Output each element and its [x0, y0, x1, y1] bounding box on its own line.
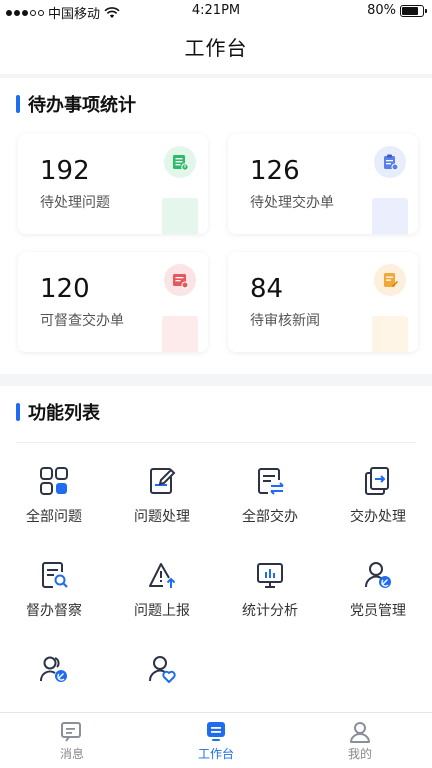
- checklist-icon: [164, 146, 196, 178]
- function-label: 全部问题: [26, 509, 82, 525]
- page-title: 工作台: [184, 36, 248, 60]
- function-section: 功能列表 全部问题 问题处理 全部交办 交办处理 督办督察 问题上报 统计分析 …: [0, 386, 432, 712]
- stat-card-inspectable-assignments[interactable]: 120 可督查交办单: [18, 252, 208, 352]
- profile-icon: [350, 722, 370, 743]
- stat-label: 可督查交办单: [40, 313, 124, 329]
- stat-card-pending-assignments[interactable]: 126 待处理交办单: [228, 134, 418, 234]
- function-section-header: 功能列表: [0, 386, 432, 438]
- inspect-doc-icon: [164, 264, 196, 296]
- stat-label: 待审核新闻: [250, 313, 320, 329]
- inspect-watermark-icon: [162, 316, 198, 352]
- battery-icon: [400, 4, 427, 17]
- stats-section-title: 待办事项统计: [28, 95, 136, 116]
- function-all-issues[interactable]: 全部问题: [0, 452, 108, 542]
- workbench-icon: [207, 722, 225, 741]
- party-member-icon: [364, 562, 391, 588]
- tab-bar: 消息 工作台 我的: [0, 712, 432, 768]
- function-section-title: 功能列表: [28, 403, 100, 424]
- stat-value: 120: [40, 274, 90, 304]
- user-heart-icon: [148, 656, 176, 683]
- section-accent-bar: [16, 403, 20, 421]
- chart-monitor-icon: [257, 563, 283, 588]
- function-issue-report[interactable]: 问题上报: [108, 546, 216, 636]
- stat-card-pending-issues[interactable]: 192 待处理问题: [18, 134, 208, 234]
- function-statistics[interactable]: 统计分析: [216, 546, 324, 636]
- tab-workbench[interactable]: 工作台: [144, 713, 288, 768]
- checklist-watermark-icon: [162, 198, 198, 234]
- section-accent-bar: [16, 95, 20, 113]
- clipboard-watermark-icon: [372, 198, 408, 234]
- status-bar: 中国移动 4:21PM 80%: [0, 0, 432, 22]
- clipboard-icon: [374, 146, 406, 178]
- stat-label: 待处理问题: [40, 195, 110, 211]
- warning-upload-icon: [149, 563, 176, 588]
- battery-group: 80%: [367, 3, 427, 18]
- section-divider: [16, 442, 416, 443]
- function-party-member-management[interactable]: 党员管理: [324, 546, 432, 636]
- transfer-doc-icon: [258, 468, 284, 495]
- tab-messages[interactable]: 消息: [0, 713, 144, 768]
- tab-label: 我的: [347, 747, 372, 761]
- function-label: 督办督察: [26, 603, 82, 619]
- stats-section-header: 待办事项统计: [0, 78, 432, 130]
- function-issue-handling[interactable]: 问题处理: [108, 452, 216, 542]
- stat-value: 192: [40, 156, 90, 186]
- party-group-icon: [40, 656, 67, 682]
- stats-cards: 192 待处理问题 126 待处理交办单 120 可督查交办单 84 待审核新闻: [18, 134, 418, 364]
- edit-doc-icon: [374, 264, 406, 296]
- function-label: 问题处理: [134, 509, 190, 525]
- function-supervision[interactable]: 督办督察: [0, 546, 108, 636]
- nav-bar: 工作台: [0, 22, 432, 74]
- battery-percent: 80%: [367, 3, 396, 18]
- forward-doc-icon: [365, 467, 389, 495]
- stat-value: 84: [250, 274, 284, 304]
- function-label: 全部交办: [242, 509, 298, 525]
- tab-label: 工作台: [197, 747, 234, 761]
- function-label: 统计分析: [242, 603, 298, 619]
- stats-section: 待办事项统计 192 待处理问题 126 待处理交办单 120 可督查交办单 8…: [0, 78, 432, 374]
- edit-doc-watermark-icon: [372, 316, 408, 352]
- stat-value: 126: [250, 156, 300, 186]
- tab-profile[interactable]: 我的: [288, 713, 432, 768]
- grid-icon: [40, 467, 68, 495]
- tab-label: 消息: [59, 747, 84, 761]
- stat-label: 待处理交办单: [250, 195, 334, 211]
- function-all-assignments[interactable]: 全部交办: [216, 452, 324, 542]
- function-label: 问题上报: [134, 603, 190, 619]
- function-label: 党员管理: [350, 603, 406, 619]
- edit-doc-icon: [150, 468, 176, 494]
- search-doc-icon: [42, 562, 68, 588]
- stat-card-pending-news[interactable]: 84 待审核新闻: [228, 252, 418, 352]
- function-label: 交办处理: [350, 509, 406, 525]
- message-icon: [61, 722, 81, 742]
- function-assignment-handling[interactable]: 交办处理: [324, 452, 432, 542]
